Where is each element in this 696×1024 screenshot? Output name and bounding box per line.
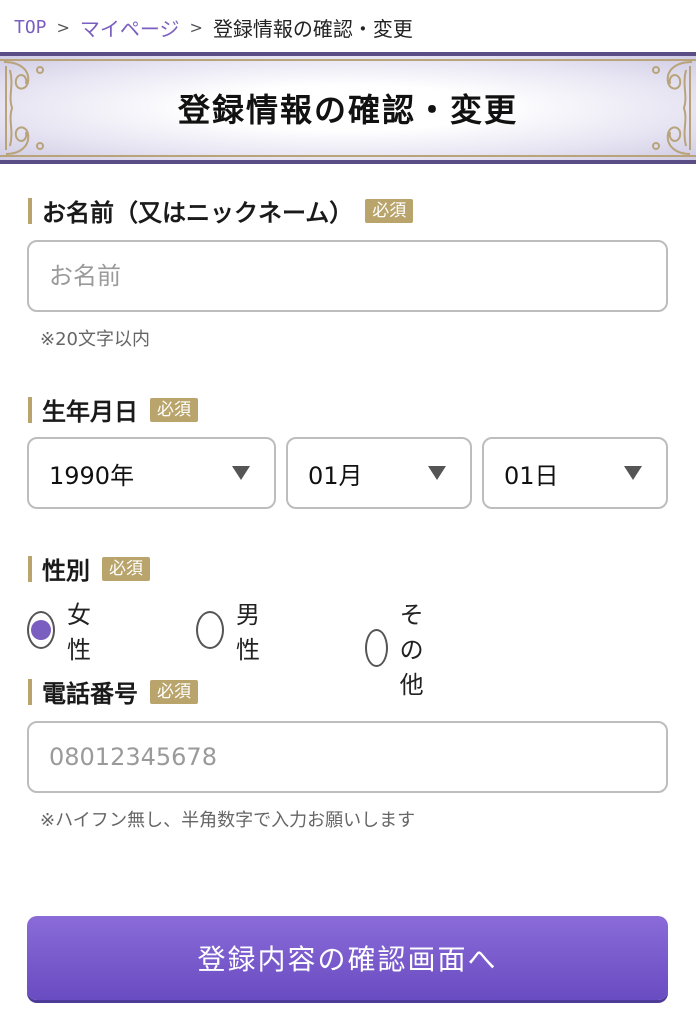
phone-label: 電話番号 必須	[28, 674, 198, 709]
gender-label-text: 性別	[42, 557, 90, 585]
gender-option-label: その他	[399, 601, 424, 699]
confirm-submit-button[interactable]: 登録内容の確認画面へ	[27, 916, 668, 1000]
name-hint: ※20文字以内	[40, 329, 150, 350]
label-accent-bar	[28, 197, 32, 224]
birth-year-value: 1990年	[49, 461, 135, 490]
breadcrumb-separator: >	[189, 17, 203, 37]
breadcrumb-mypage-link[interactable]: マイページ	[80, 13, 180, 42]
label-accent-bar	[28, 396, 32, 423]
breadcrumb-current: 登録情報の確認・変更	[212, 16, 413, 41]
gender-label: 性別 必須	[28, 551, 150, 586]
birthdate-label-text: 生年月日	[42, 398, 138, 426]
birth-day-value: 01日	[504, 461, 559, 490]
name-label-text: お名前（又はニックネーム）	[42, 199, 354, 227]
gender-option-male[interactable]: 男性	[196, 595, 270, 665]
phone-input[interactable]	[27, 721, 668, 793]
required-badge: 必須	[365, 198, 414, 223]
radio-unchecked-icon[interactable]	[365, 628, 388, 667]
gender-option-label: 男性	[236, 601, 261, 664]
page-title: 登録情報の確認・変更	[177, 91, 518, 129]
birth-year-select[interactable]: 1990年	[27, 437, 276, 509]
required-badge: 必須	[150, 397, 198, 422]
gender-option-label: 女性	[67, 601, 92, 664]
required-badge: 必須	[150, 679, 198, 704]
required-badge: 必須	[102, 556, 150, 581]
name-label: お名前（又はニックネーム） 必須	[28, 193, 414, 228]
breadcrumb-top-link[interactable]: TOP	[14, 17, 47, 38]
triangle-down-icon	[428, 466, 446, 480]
label-accent-bar	[28, 555, 32, 582]
breadcrumb-separator: >	[56, 17, 70, 37]
name-input[interactable]	[27, 240, 668, 312]
phone-label-text: 電話番号	[42, 680, 138, 708]
radio-unchecked-icon[interactable]	[196, 611, 225, 649]
gender-option-other[interactable]: その他	[365, 595, 439, 700]
birth-day-select[interactable]: 01日	[482, 437, 668, 509]
breadcrumb: TOP > マイページ > 登録情報の確認・変更	[14, 12, 413, 42]
gender-option-female[interactable]: 女性	[27, 595, 101, 665]
registration-edit-page: TOP > マイページ > 登録情報の確認・変更 登録情報の確認・変更 お名前（…	[0, 0, 696, 1024]
birth-month-select[interactable]: 01月	[286, 437, 472, 509]
birth-month-value: 01月	[308, 461, 363, 490]
ornament-icon	[652, 61, 693, 155]
triangle-down-icon	[232, 466, 250, 480]
title-banner: 登録情報の確認・変更	[0, 52, 696, 164]
birthdate-label: 生年月日 必須	[28, 392, 198, 427]
triangle-down-icon	[624, 466, 642, 480]
label-accent-bar	[28, 678, 32, 705]
phone-hint: ※ハイフン無し、半角数字で入力お願いします	[40, 810, 416, 831]
radio-checked-icon[interactable]	[27, 611, 56, 649]
